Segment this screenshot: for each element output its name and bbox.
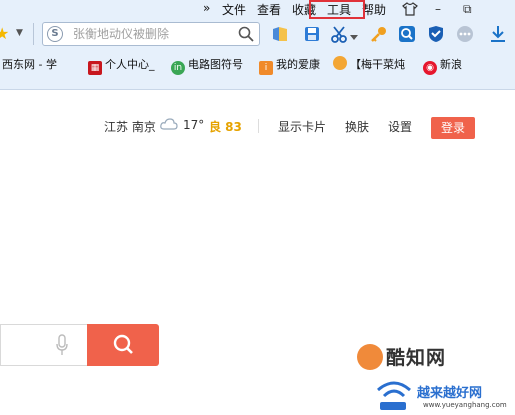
menu-overflow-button[interactable]: » bbox=[203, 1, 210, 15]
divider bbox=[258, 119, 259, 133]
key-icon[interactable] bbox=[369, 24, 389, 44]
minimize-icon[interactable]: – bbox=[435, 2, 441, 16]
settings-link[interactable]: 设置 bbox=[388, 118, 412, 135]
menu-bar: » 文件 查看 收藏 工具 帮助 – ⧉ bbox=[0, 0, 515, 19]
shirt-icon[interactable] bbox=[402, 2, 418, 19]
favorite-label: 电路图符号 bbox=[188, 58, 243, 71]
divider bbox=[33, 23, 34, 45]
chevron-down-icon[interactable]: ▼ bbox=[16, 28, 23, 38]
air-quality[interactable]: 良 83 bbox=[209, 118, 242, 135]
favorite-label: 【梅干菜炖 bbox=[350, 58, 405, 71]
change-skin-link[interactable]: 换肤 bbox=[345, 118, 369, 135]
watermark-logo bbox=[357, 344, 383, 370]
menu-view[interactable]: 查看 bbox=[257, 1, 281, 18]
favorite-label: 个人中心_ bbox=[105, 58, 155, 71]
weather-temperature: 17° bbox=[183, 118, 205, 132]
tools-menu-highlight bbox=[309, 0, 365, 19]
zoom-icon[interactable] bbox=[397, 24, 417, 44]
favorites-bar: 西东网 - 学 ▦ 个人中心_ in 电路图符号 i 我的爱康 【梅干菜炖 ◉ 新浪 bbox=[0, 53, 515, 75]
microphone-icon[interactable] bbox=[56, 334, 68, 359]
star-icon[interactable]: ★ bbox=[0, 24, 9, 43]
search-box[interactable]: S bbox=[42, 22, 260, 46]
show-cards-link[interactable]: 显示卡片 bbox=[278, 118, 326, 135]
favorite-label: 新浪 bbox=[440, 58, 462, 71]
wifi-logo-icon bbox=[372, 376, 416, 412]
more-icon[interactable] bbox=[455, 24, 475, 44]
weather-location[interactable]: 江苏 南京 bbox=[104, 118, 156, 135]
favorite-item[interactable]: ▦ 个人中心_ bbox=[88, 56, 155, 75]
download-icon[interactable] bbox=[488, 24, 508, 44]
favorite-label: 西东网 - 学 bbox=[2, 58, 57, 71]
favorite-item[interactable]: ◉ 新浪 bbox=[423, 56, 462, 75]
favorite-label: 我的爱康 bbox=[276, 58, 320, 71]
favorite-item[interactable]: 西东网 - 学 bbox=[2, 56, 57, 72]
watermark-url: www.yueyanghang.com bbox=[423, 401, 507, 409]
search-engine-icon[interactable]: S bbox=[47, 26, 63, 42]
address-toolbar: ★ ▼ S bbox=[0, 20, 515, 48]
bookmark-icon[interactable] bbox=[270, 24, 290, 44]
watermark-text: 酷知网 bbox=[386, 347, 447, 369]
search-input[interactable] bbox=[73, 23, 233, 45]
watermark-text: 越来越好网 bbox=[417, 386, 483, 401]
shield-icon[interactable] bbox=[426, 24, 446, 44]
favorite-icon: in bbox=[171, 61, 185, 75]
favorite-icon: i bbox=[259, 61, 273, 75]
favorite-icon bbox=[333, 56, 347, 70]
favorite-item[interactable]: in 电路图符号 bbox=[171, 56, 243, 75]
menu-help[interactable]: 帮助 bbox=[362, 1, 386, 18]
favorite-icon: ▦ bbox=[88, 61, 102, 75]
weibo-icon: ◉ bbox=[423, 61, 437, 75]
search-icon bbox=[113, 334, 133, 354]
favorite-item[interactable]: 【梅干菜炖 bbox=[333, 56, 405, 72]
menu-file[interactable]: 文件 bbox=[222, 1, 246, 18]
page-search-button[interactable] bbox=[87, 324, 159, 366]
save-icon[interactable] bbox=[302, 24, 322, 44]
cloud-icon bbox=[160, 117, 178, 134]
search-icon[interactable] bbox=[238, 26, 254, 45]
favorite-item[interactable]: i 我的爱康 bbox=[259, 56, 320, 75]
login-button[interactable]: 登录 bbox=[431, 117, 475, 139]
scissors-icon[interactable] bbox=[330, 24, 350, 44]
page-search-input[interactable] bbox=[0, 324, 88, 366]
browser-chrome: » 文件 查看 收藏 工具 帮助 – ⧉ ★ ▼ S 张衡地动仪被删除 西东网 … bbox=[0, 0, 515, 90]
restore-icon[interactable]: ⧉ bbox=[463, 2, 472, 17]
chevron-down-icon[interactable] bbox=[350, 30, 360, 50]
